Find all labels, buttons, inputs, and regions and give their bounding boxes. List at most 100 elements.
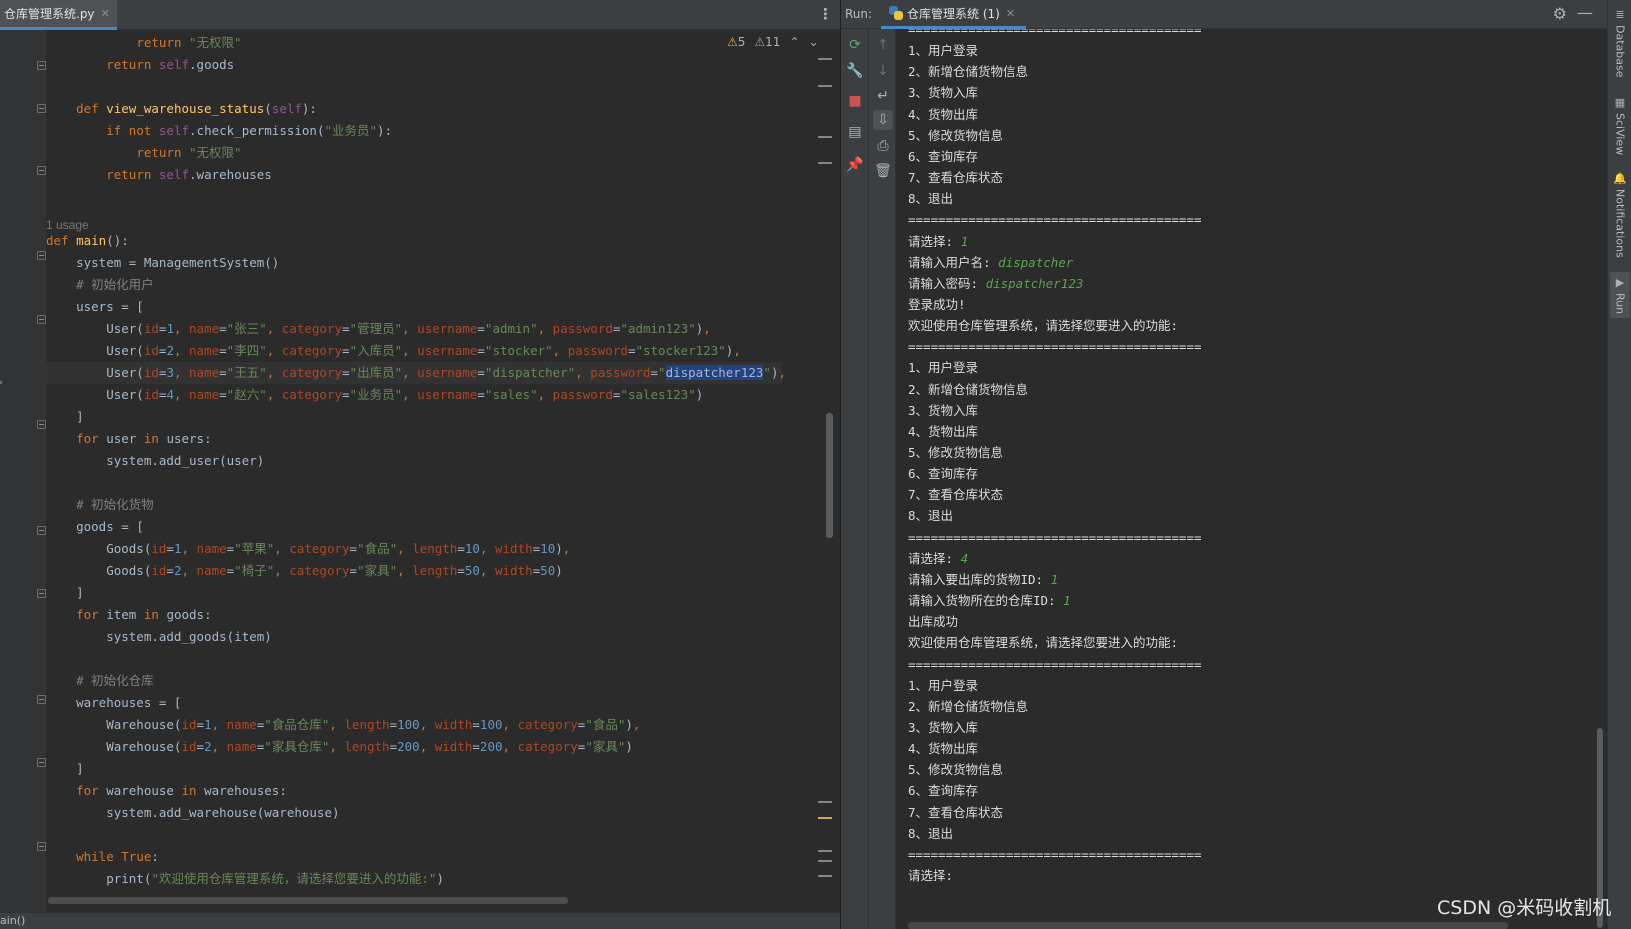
scroll-marker <box>818 850 832 852</box>
trash-icon[interactable]: 🗑 <box>873 161 893 181</box>
code-token: "食品仓库" <box>264 717 330 732</box>
database-tool-button[interactable]: ≣ Database <box>1610 8 1630 78</box>
run-config-tab[interactable]: 仓库管理系统 (1) ✕ <box>881 0 1026 29</box>
code-line[interactable]: Goods(id=2, name="椅子", category="家具", le… <box>46 560 563 582</box>
output-text: 8、退出 <box>908 191 954 207</box>
console-line: 3、货物入库 <box>908 400 978 422</box>
fold-icon[interactable] <box>37 251 46 260</box>
code-token: "李四" <box>226 343 267 358</box>
console-line: 6、查询库存 <box>908 780 978 802</box>
code-token: User( <box>46 387 144 402</box>
code-line[interactable]: users = [ <box>46 296 144 318</box>
close-icon[interactable]: ✕ <box>1006 7 1015 20</box>
run-tool-button[interactable]: ▶ Run <box>1610 272 1630 319</box>
editor-horizontal-scroll-thumb[interactable] <box>48 897 568 904</box>
code-line[interactable]: User(id=4, name="赵六", category="业务员", us… <box>46 384 703 406</box>
code-line[interactable]: goods = [ <box>46 516 144 538</box>
code-line[interactable]: system.add_warehouse(warehouse) <box>46 802 339 824</box>
code-line[interactable]: print("欢迎使用仓库管理系统，请选择您要进入的功能:") <box>46 868 444 890</box>
stop-icon[interactable]: ■ <box>845 91 865 111</box>
code-line[interactable]: ] <box>46 582 84 604</box>
code-token: , <box>733 343 741 358</box>
print-icon[interactable]: ⎙ <box>873 136 893 156</box>
notifications-tool-button[interactable]: 🔔 Notifications <box>1610 172 1630 258</box>
scroll-to-end-icon[interactable]: ⇩ <box>873 110 893 130</box>
minimize-icon[interactable]: — <box>1577 3 1593 22</box>
code-line[interactable]: # 初始化货物 <box>46 494 154 516</box>
wrench-icon[interactable]: 🔧 <box>845 61 865 81</box>
rerun-icon[interactable]: ⟳ <box>845 35 865 55</box>
code-line[interactable]: def view_warehouse_status(self): <box>46 98 317 120</box>
code-token: for <box>76 431 107 446</box>
sciview-tool-button[interactable]: ▦ SciView <box>1610 96 1630 155</box>
code-token: .check_permission( <box>189 123 325 138</box>
code-line[interactable]: for item in goods: <box>46 604 211 626</box>
inspection-widget[interactable]: ⚠5 ⚠11 ⌃ ⌄ <box>727 35 819 49</box>
code-line[interactable]: for user in users: <box>46 428 211 450</box>
code-line[interactable]: # 初始化仓库 <box>46 670 154 692</box>
code-line[interactable]: # 初始化用户 <box>46 274 154 296</box>
soft-wrap-icon[interactable]: ↵ <box>873 86 893 106</box>
code-line[interactable]: ] <box>46 758 84 780</box>
code-line[interactable]: Warehouse(id=2, name="家具仓库", length=200,… <box>46 736 633 758</box>
code-line[interactable]: User(id=2, name="李四", category="入库员", us… <box>46 340 741 362</box>
code-line[interactable]: if not self.check_permission("业务员"): <box>46 120 392 142</box>
code-line[interactable]: return self.goods <box>46 54 234 76</box>
code-line[interactable]: for warehouse in warehouses: <box>46 780 287 802</box>
fold-icon[interactable] <box>37 695 46 704</box>
fold-icon[interactable] <box>37 526 46 535</box>
chevron-up-icon[interactable]: ⌃ <box>789 35 799 49</box>
code-token: system.add_user(user) <box>46 453 265 468</box>
more-options-icon[interactable]: ⋮ <box>818 5 833 23</box>
fold-icon[interactable] <box>37 589 46 598</box>
code-line[interactable]: Goods(id=1, name="苹果", category="食品", le… <box>46 538 570 560</box>
fold-icon[interactable] <box>37 842 46 851</box>
arrow-up-icon[interactable]: ↑ <box>873 35 893 55</box>
code-token: 200 <box>397 739 420 754</box>
code-token: ) <box>695 387 704 402</box>
fold-icon[interactable] <box>37 315 46 324</box>
console-horizontal-scrollbar[interactable] <box>908 922 1508 929</box>
code-line[interactable]: return self.warehouses <box>46 164 272 186</box>
code-area[interactable]: return "无权限" return self.goods def view_… <box>46 30 828 915</box>
code-token: 50 <box>540 563 556 578</box>
code-token: warehouses = [ <box>46 695 182 710</box>
breadcrumb[interactable]: ain() <box>0 912 840 929</box>
code-line[interactable]: Warehouse(id=1, name="食品仓库", length=100,… <box>46 714 640 736</box>
code-token: name <box>226 739 257 754</box>
layout-icon[interactable]: ▤ <box>845 122 865 142</box>
fold-icon[interactable] <box>37 758 46 767</box>
editor-vertical-scroll-thumb[interactable] <box>826 413 833 538</box>
user-input-text: dispatcher <box>998 254 1074 270</box>
output-text: 5、修改货物信息 <box>908 127 1004 143</box>
gear-icon[interactable]: ⚙ <box>1553 4 1567 23</box>
console-output[interactable]: ======================================= 1… <box>908 29 1588 914</box>
close-icon[interactable]: ✕ <box>101 7 110 20</box>
code-token: length <box>344 717 390 732</box>
code-line[interactable]: ] <box>46 406 84 428</box>
output-text: ======================================= <box>908 339 1202 355</box>
code-line[interactable]: def main(): <box>46 230 129 252</box>
warning-count[interactable]: ⚠5 <box>727 35 745 49</box>
weak-warning-count[interactable]: ⚠11 <box>754 35 780 49</box>
arrow-down-icon[interactable]: ↓ <box>873 61 893 81</box>
code-line[interactable]: system = ManagementSystem() <box>46 252 279 274</box>
fold-icon[interactable] <box>37 61 46 70</box>
code-line[interactable]: system.add_user(user) <box>46 450 264 472</box>
fold-icon[interactable] <box>37 104 46 113</box>
fold-icon[interactable] <box>37 420 46 429</box>
code-line[interactable]: system.add_goods(item) <box>46 626 272 648</box>
breadcrumb-item[interactable]: ain() <box>0 914 25 927</box>
code-line[interactable]: User(id=3, name="王五", category="出库员", us… <box>46 362 786 384</box>
code-line[interactable]: while True: <box>46 846 159 868</box>
code-line[interactable]: return "无权限" <box>46 32 241 54</box>
code-line[interactable]: warehouses = [ <box>46 692 181 714</box>
code-token: ] <box>46 409 84 424</box>
file-tab[interactable]: 仓库管理系统.py ✕ <box>0 0 117 30</box>
code-token: , <box>402 365 418 380</box>
code-line[interactable]: User(id=1, name="张三", category="管理员", us… <box>46 318 711 340</box>
fold-icon[interactable] <box>37 166 46 175</box>
pin-icon[interactable]: 📌 <box>845 155 865 175</box>
output-text: 请选择: <box>908 550 961 566</box>
code-line[interactable]: return "无权限" <box>46 142 241 164</box>
